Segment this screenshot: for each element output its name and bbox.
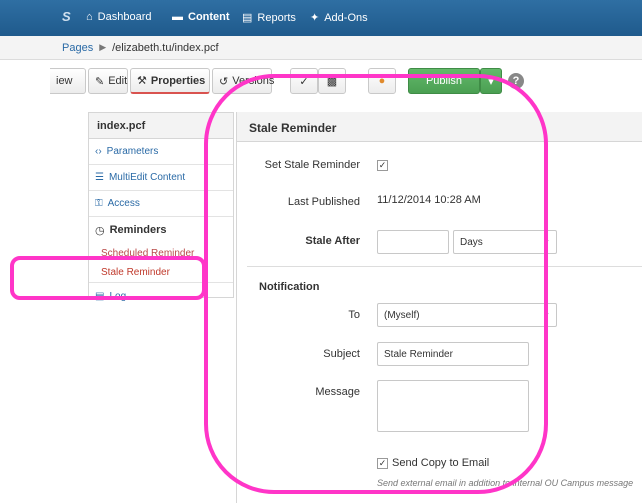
app-logo: S: [62, 9, 71, 24]
sidebar-item-label: Access: [107, 198, 140, 209]
sidebar-item-label: MultiEdit Content: [108, 172, 186, 183]
history-icon: ↺: [219, 75, 229, 88]
key-icon: ⚿: [95, 198, 103, 209]
plugin-icon: ✦: [310, 12, 320, 24]
highlight-rectangle-annotation: [10, 256, 206, 300]
chevron-right-icon: ▶: [99, 42, 107, 52]
highlight-ellipse-annotation: [204, 74, 548, 494]
breadcrumb-pages-link[interactable]: Pages: [62, 42, 93, 54]
edit-button-label: Edit: [108, 75, 128, 87]
view-button-label: iew: [56, 75, 73, 87]
nav-dashboard[interactable]: ⌂ Dashboard: [86, 11, 151, 23]
nav-content-label: Content: [188, 11, 230, 23]
nav-addons-label: Add-Ons: [324, 11, 368, 24]
folder-icon: ▬: [172, 11, 183, 23]
nav-content[interactable]: ▬ Content: [172, 11, 230, 23]
nav-reports[interactable]: ▤ Reports: [242, 11, 296, 25]
nav-reports-label: Reports: [257, 11, 296, 24]
breadcrumb-current: /elizabeth.tu/index.pcf: [112, 41, 219, 54]
top-nav-bar: S ⌂ Dashboard ▬ Content ▤ Reports ✦ Add-…: [0, 0, 642, 36]
breadcrumb: Pages ▶ /elizabeth.tu/index.pcf: [0, 36, 642, 60]
code-icon: ‹›: [95, 146, 102, 157]
home-icon: ⌂: [86, 11, 93, 23]
sidebar-item-label: Parameters: [106, 146, 159, 157]
clock-icon: ◷: [95, 224, 105, 237]
nav-dashboard-label: Dashboard: [97, 11, 152, 23]
sidebar-item-label: Reminders: [109, 224, 167, 236]
wrench-icon: ⚒: [137, 75, 147, 87]
nav-addons[interactable]: ✦ Add-Ons: [310, 11, 368, 25]
view-button[interactable]: iew: [50, 68, 86, 94]
reports-icon: ▤: [242, 12, 253, 24]
properties-button-label: Properties: [150, 74, 206, 87]
list-icon: ☰: [95, 172, 104, 183]
edit-button[interactable]: ✎ Edit: [88, 68, 128, 94]
pencil-icon: ✎: [95, 75, 105, 88]
properties-button[interactable]: ⚒ Properties: [130, 68, 210, 94]
